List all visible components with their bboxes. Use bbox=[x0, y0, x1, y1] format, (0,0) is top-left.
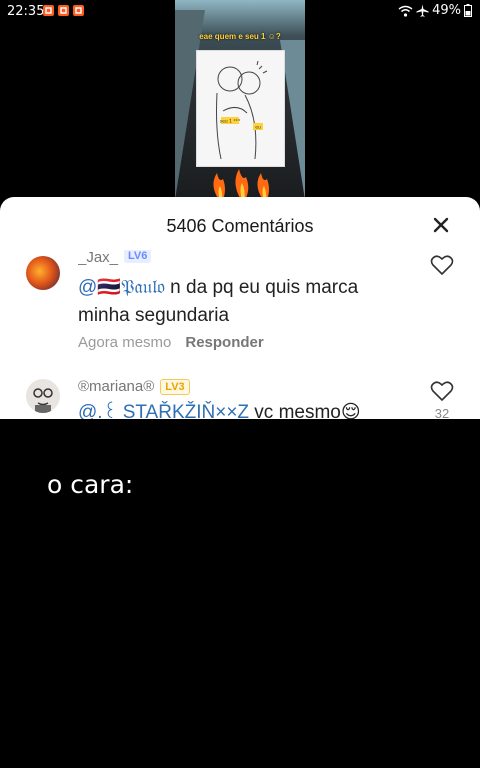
sketch-tag-left: seu 1 *** bbox=[220, 119, 241, 125]
notification-icon bbox=[73, 5, 84, 16]
comments-title: 5406 Comentários bbox=[166, 216, 314, 236]
status-bar: 22:35 49% bbox=[0, 0, 480, 24]
comment-meta: Agora mesmo Responder bbox=[78, 334, 264, 351]
comment-mention[interactable]: @.꒰ STAŘKŽIŇ××Z bbox=[78, 402, 249, 419]
status-time: 22:35 bbox=[7, 4, 45, 19]
reply-button[interactable]: Responder bbox=[185, 334, 263, 351]
battery-icon bbox=[464, 4, 472, 17]
avatar-drawing bbox=[26, 379, 60, 413]
video-sketch: seu 1 *** eu bbox=[196, 50, 285, 167]
comment-item: ®mariana® LV3 @.꒰ STAŘKŽIŇ××Z vc mesmo😌 … bbox=[0, 375, 480, 419]
level-badge: LV3 bbox=[160, 378, 190, 395]
like-button[interactable] bbox=[430, 380, 454, 402]
comment-header: ®mariana® LV3 bbox=[78, 378, 190, 395]
battery-level: 49% bbox=[432, 3, 461, 18]
level-badge: LV6 bbox=[124, 250, 152, 263]
comment-body: vc mesmo😌 bbox=[249, 402, 361, 419]
overlay-caption: o cara: bbox=[47, 470, 134, 499]
notification-icon bbox=[58, 5, 69, 16]
avatar[interactable] bbox=[26, 379, 60, 413]
sketch-tag-right: eu bbox=[255, 126, 261, 131]
heart-icon bbox=[430, 381, 454, 401]
status-indicators: 49% bbox=[398, 3, 472, 18]
avatar[interactable] bbox=[26, 256, 60, 290]
comment-text: @.꒰ STAŘKŽIŇ××Z vc mesmo😌 bbox=[78, 399, 408, 419]
notification-icon bbox=[43, 5, 54, 16]
like-count: 32 bbox=[434, 406, 450, 419]
wifi-icon bbox=[398, 5, 413, 17]
airplane-icon bbox=[416, 4, 429, 17]
video-caption: eae quem e seu 1 ☺? bbox=[199, 32, 281, 41]
comments-sheet: 5406 Comentários _Jax_ LV6 @🇹🇭𝔓𝔞𝔲𝔩𝔬 n da… bbox=[0, 197, 480, 419]
comment-item: _Jax_ LV6 @🇹🇭𝔓𝔞𝔲𝔩𝔬 n da pq eu quis marca… bbox=[0, 250, 480, 360]
heart-icon bbox=[430, 255, 454, 275]
sketch-drawing: seu 1 *** eu bbox=[216, 60, 268, 160]
comment-time: Agora mesmo bbox=[78, 334, 172, 351]
close-icon bbox=[433, 217, 449, 233]
comment-text: @🇹🇭𝔓𝔞𝔲𝔩𝔬 n da pq eu quis marca minha seg… bbox=[78, 274, 408, 330]
comment-header: _Jax_ LV6 bbox=[78, 250, 152, 268]
comment-username[interactable]: _Jax_ bbox=[78, 250, 118, 266]
close-button[interactable] bbox=[430, 214, 452, 236]
video-player[interactable]: eae quem e seu 1 ☺? seu 1 *** eu bbox=[175, 0, 305, 200]
like-button[interactable] bbox=[430, 254, 454, 276]
fire-emoji bbox=[209, 165, 273, 200]
comment-mention[interactable]: @🇹🇭𝔓𝔞𝔲𝔩𝔬 bbox=[78, 277, 165, 298]
comment-username[interactable]: ®mariana® bbox=[78, 378, 154, 395]
